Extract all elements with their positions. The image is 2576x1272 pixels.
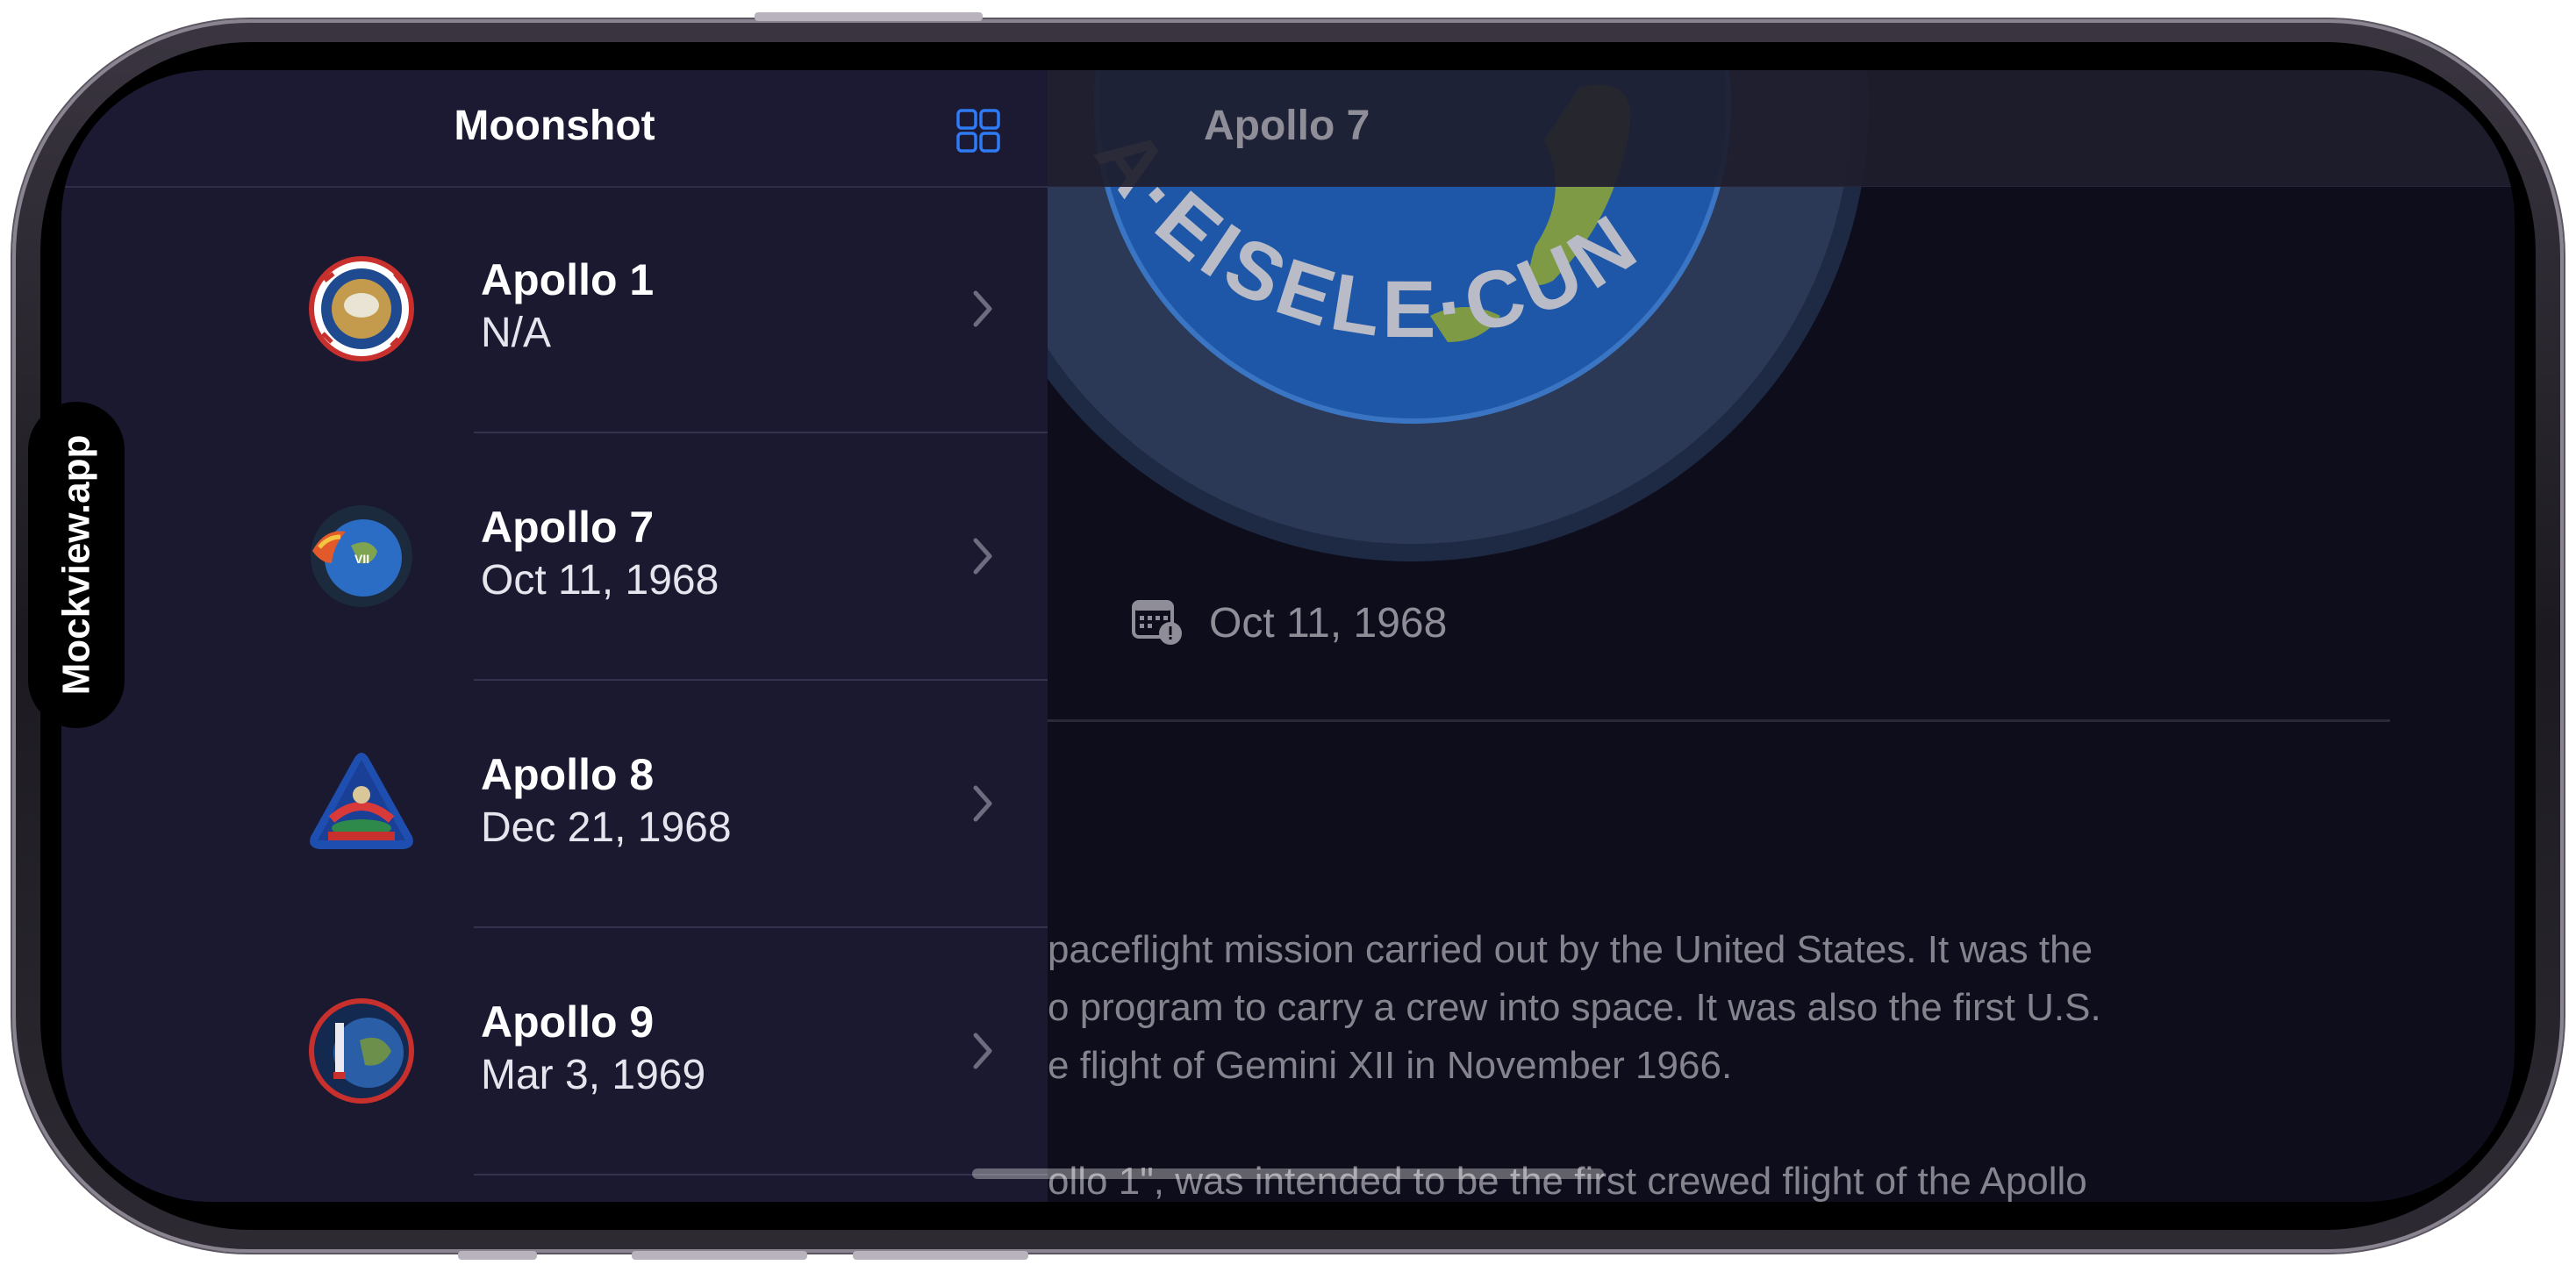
svg-text:VII: VII bbox=[354, 552, 369, 566]
top-button bbox=[755, 12, 983, 21]
apollo-1-patch-icon bbox=[309, 256, 414, 361]
description-line: o program to carry a crew into space. It… bbox=[1048, 986, 2101, 1029]
list-item-apollo-1[interactable]: Apollo 1 N/A bbox=[61, 186, 1048, 433]
mission-date: Oct 11, 1968 bbox=[481, 557, 719, 604]
mission-name: Apollo 9 bbox=[481, 997, 655, 1047]
row-separator bbox=[474, 1174, 1048, 1176]
watermark-text: Mockview.app bbox=[54, 434, 97, 696]
launch-date-row: Oct 11, 1968 bbox=[1132, 597, 1447, 650]
volume-up-button bbox=[853, 1251, 1028, 1260]
chevron-right-icon bbox=[973, 1033, 992, 1069]
description-line: paceflight mission carried out by the Un… bbox=[1048, 928, 2093, 971]
silent-switch bbox=[458, 1251, 537, 1260]
launch-date: Oct 11, 1968 bbox=[1209, 600, 1448, 647]
mockview-watermark: Mockview.app bbox=[28, 402, 125, 728]
list-item-apollo-7[interactable]: VII Apollo 7 Oct 11, 1968 bbox=[61, 433, 1048, 681]
mission-date: Mar 3, 1969 bbox=[481, 1052, 706, 1098]
screen: A·EISELE·CUN Apollo 7 bbox=[61, 70, 2515, 1202]
apollo-7-patch-icon: VII bbox=[311, 505, 412, 607]
description-line: e flight of Gemini XII in November 1966. bbox=[1048, 1044, 1733, 1087]
mission-name: Apollo 8 bbox=[481, 750, 655, 799]
app-title: Moonshot bbox=[454, 103, 655, 149]
mission-name: Apollo 1 bbox=[481, 255, 655, 304]
chevron-right-icon bbox=[973, 290, 992, 327]
list-item-apollo-8[interactable]: Apollo 8 Dec 21, 1968 bbox=[61, 681, 1048, 928]
chevron-right-icon bbox=[973, 538, 992, 575]
mission-description: paceflight mission carried out by the Un… bbox=[1048, 921, 2399, 1202]
mission-name: Apollo 7 bbox=[481, 503, 655, 552]
volume-down-button bbox=[632, 1251, 807, 1260]
mission-list-sidebar: Moonshot Apollo 1 N/A VII Apollo 7 Oct 1… bbox=[61, 70, 1048, 1202]
calendar-badge-icon bbox=[1132, 597, 1184, 650]
home-indicator[interactable] bbox=[972, 1168, 1604, 1179]
mission-date: Dec 21, 1968 bbox=[481, 804, 732, 851]
apollo-8-patch-icon bbox=[310, 753, 413, 849]
grid-view-button[interactable] bbox=[956, 109, 1000, 153]
detail-title: Apollo 7 bbox=[1204, 103, 1370, 149]
sidebar-navigation-bar: Moonshot bbox=[61, 70, 1048, 188]
divider bbox=[1048, 719, 2390, 722]
chevron-right-icon bbox=[973, 785, 992, 822]
list-item-apollo-9[interactable]: Apollo 9 Mar 3, 1969 bbox=[61, 928, 1048, 1176]
grid-icon bbox=[956, 109, 1000, 153]
apollo-9-patch-icon bbox=[309, 998, 414, 1104]
mission-date: N/A bbox=[481, 310, 552, 356]
